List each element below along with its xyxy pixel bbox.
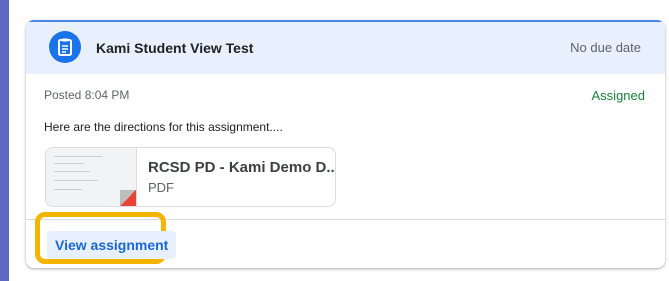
page-canvas: Kami Student View Test No due date Poste… xyxy=(9,0,669,281)
assignment-directions: Here are the directions for this assignm… xyxy=(44,120,283,134)
due-date: No due date xyxy=(570,40,641,55)
assignment-icon xyxy=(49,31,81,63)
pdf-thumbnail-icon xyxy=(46,148,137,206)
view-assignment-button[interactable]: View assignment xyxy=(47,231,177,259)
card-header[interactable]: Kami Student View Test No due date xyxy=(26,20,665,74)
status-badge: Assigned xyxy=(591,88,645,103)
posted-time: Posted 8:04 PM xyxy=(44,88,130,102)
attachment-type: PDF xyxy=(148,180,174,195)
attachment-card[interactable]: RCSD PD - Kami Demo D... PDF xyxy=(45,147,336,207)
attachment-title[interactable]: RCSD PD - Kami Demo D... xyxy=(148,159,335,176)
assignment-title[interactable]: Kami Student View Test xyxy=(96,40,253,56)
